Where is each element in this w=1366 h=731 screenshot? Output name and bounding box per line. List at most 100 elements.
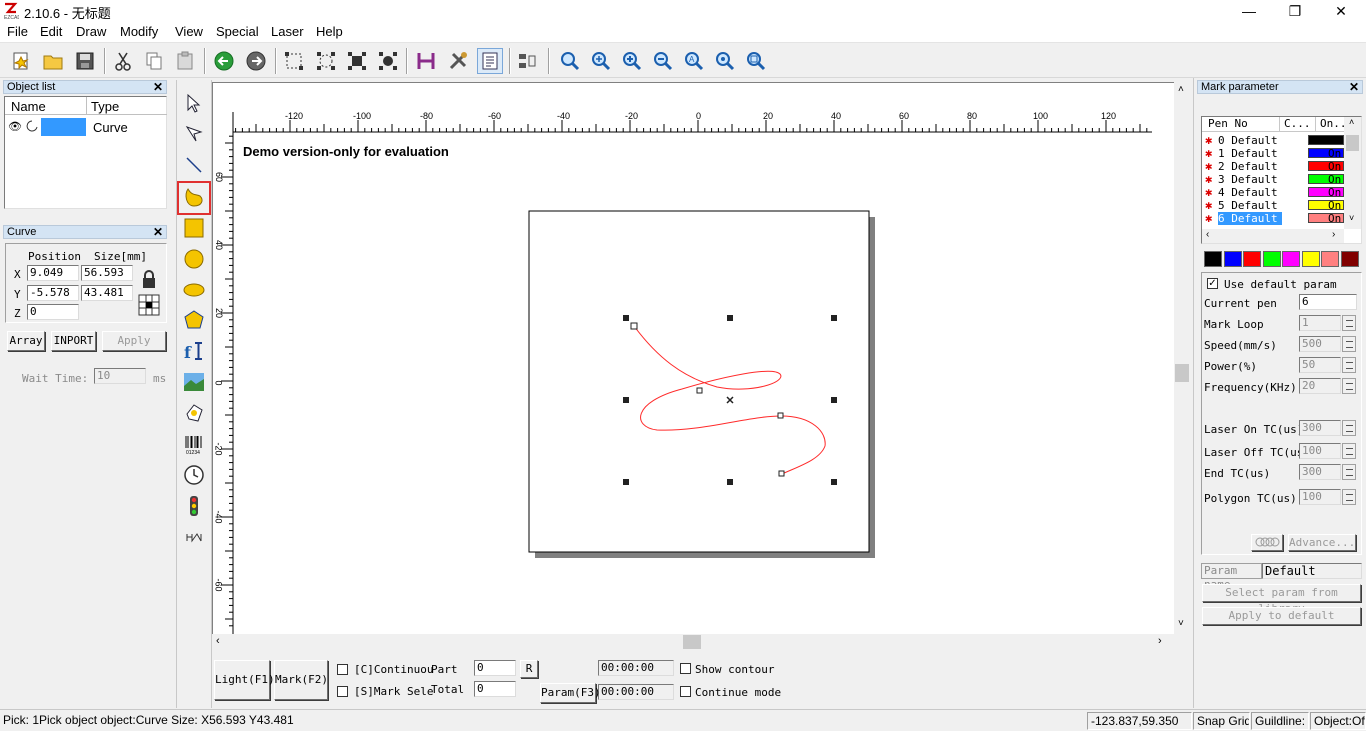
text-tool-icon[interactable]: f	[180, 337, 208, 365]
palette-color-swatch[interactable]	[1224, 251, 1242, 267]
pointer-icon[interactable]	[180, 89, 208, 117]
palette-color-swatch[interactable]	[1243, 251, 1261, 267]
advance-button[interactable]: Advance...	[1288, 534, 1356, 551]
scroll-up-icon[interactable]: ˄	[1349, 117, 1354, 127]
col-header-pen[interactable]: Pen No	[1202, 117, 1280, 132]
lock-icon[interactable]	[138, 268, 160, 290]
use-default-checkbox[interactable]: ✓	[1207, 278, 1218, 289]
image-tool-icon[interactable]	[180, 368, 208, 396]
guideline-toggle[interactable]: Guildline:	[1251, 712, 1309, 730]
z-position-field[interactable]: 0	[27, 304, 79, 320]
scroll-down-icon[interactable]: ˅	[1349, 213, 1354, 223]
menu-laser[interactable]: Laser	[271, 24, 304, 39]
close-icon[interactable]: ✕	[153, 81, 163, 93]
restore-button[interactable]: ❐	[1272, 0, 1318, 22]
end-tc-field[interactable]: 300	[1299, 464, 1341, 480]
tools-icon[interactable]	[445, 48, 471, 74]
col-header-color[interactable]: C...	[1280, 117, 1316, 132]
zoom-minus-icon[interactable]	[650, 48, 676, 74]
end-tc-spinner[interactable]	[1342, 464, 1356, 480]
part-count-field[interactable]: 0	[474, 660, 516, 676]
pen-list-vscroll[interactable]: ˄ ˅	[1344, 117, 1361, 229]
ellipse-tool-icon[interactable]	[180, 276, 208, 304]
polygon-tc-spinner[interactable]	[1342, 489, 1356, 505]
vector-import-icon[interactable]	[180, 399, 208, 427]
pen-row[interactable]: ✱ 2 Default On	[1203, 160, 1344, 173]
power-spinner[interactable]	[1342, 357, 1356, 373]
pen-row[interactable]: ✱ 1 Default On	[1203, 147, 1344, 160]
zoom-plus-icon[interactable]	[619, 48, 645, 74]
menu-file[interactable]: File	[7, 24, 28, 39]
menu-view[interactable]: View	[175, 24, 203, 39]
anchor-grid-icon[interactable]	[138, 294, 160, 316]
timer-tool-icon[interactable]	[180, 461, 208, 489]
zoom-all-icon[interactable]: A	[681, 48, 707, 74]
zoom-out-icon[interactable]	[557, 48, 583, 74]
pen-row[interactable]: ✱ 4 Default On	[1203, 186, 1344, 199]
pen-row[interactable]: ✱ 0 Default On	[1203, 134, 1344, 147]
x-position-field[interactable]: 9.049	[27, 265, 79, 281]
scroll-up-icon[interactable]: ˄	[1178, 84, 1184, 95]
total-count-field[interactable]: 0	[474, 681, 516, 697]
scroll-left-icon[interactable]: ‹	[216, 635, 220, 647]
select-nodes-icon[interactable]	[375, 48, 401, 74]
zoom-select-icon[interactable]	[743, 48, 769, 74]
menu-draw[interactable]: Draw	[76, 24, 106, 39]
param-button[interactable]: Param(F3)	[540, 683, 601, 703]
node-edit-icon[interactable]	[180, 120, 208, 148]
laser-on-field[interactable]: 300	[1299, 420, 1341, 436]
scroll-left-icon[interactable]: ‹	[1206, 229, 1209, 240]
zoom-in-icon[interactable]	[588, 48, 614, 74]
menu-edit[interactable]: Edit	[40, 24, 62, 39]
output-port-icon[interactable]	[180, 523, 208, 551]
apply-button[interactable]: Apply	[102, 331, 166, 351]
mark-button[interactable]: Mark(F2)	[274, 660, 328, 700]
select-rect-icon[interactable]	[281, 48, 307, 74]
col-header-name[interactable]: Name	[5, 97, 87, 115]
scroll-right-icon[interactable]: ›	[1158, 635, 1162, 647]
wobble-button[interactable]	[1251, 534, 1283, 551]
speed-spinner[interactable]	[1342, 336, 1356, 352]
wait-time-field[interactable]: 10	[94, 368, 146, 384]
mark-select-checkbox[interactable]	[337, 686, 348, 697]
speed-field[interactable]: 500	[1299, 336, 1341, 352]
close-icon[interactable]: ✕	[153, 226, 163, 238]
palette-color-swatch[interactable]	[1263, 251, 1281, 267]
circle-tool-icon[interactable]	[180, 245, 208, 273]
horizontal-scrollbar[interactable]: ‹ ›	[212, 634, 1174, 651]
apply-to-default-button[interactable]: Apply to default	[1202, 607, 1361, 625]
pen-row-selected[interactable]: ✱ 6 Default On	[1203, 212, 1344, 225]
show-contour-checkbox[interactable]	[680, 663, 691, 674]
object-name[interactable]	[41, 118, 86, 136]
laser-off-field[interactable]: 100	[1299, 443, 1341, 459]
laser-off-spinner[interactable]	[1342, 443, 1356, 459]
select-group-icon[interactable]	[344, 48, 370, 74]
barcode-tool-icon[interactable]: 01234	[180, 430, 208, 458]
cut-icon[interactable]	[110, 48, 136, 74]
col-header-type[interactable]: Type	[87, 97, 167, 115]
y-position-field[interactable]: -5.578	[27, 285, 79, 301]
zoom-fit-icon[interactable]	[712, 48, 738, 74]
mark-loop-spinner[interactable]	[1342, 315, 1356, 331]
save-icon[interactable]	[72, 48, 98, 74]
forward-arrow-icon[interactable]	[243, 48, 269, 74]
pen-row[interactable]: ✱ 5 Default On	[1203, 199, 1344, 212]
array-button[interactable]: Array	[7, 331, 45, 351]
object-snap-toggle[interactable]: Object:Off	[1310, 712, 1366, 730]
param-list-icon[interactable]	[477, 48, 503, 74]
light-button[interactable]: Light(F1)	[214, 660, 275, 700]
rectangle-tool-icon[interactable]	[180, 214, 208, 242]
mark-loop-field[interactable]: 1	[1299, 315, 1341, 331]
x-size-field[interactable]: 56.593	[81, 265, 133, 281]
open-folder-icon[interactable]	[40, 48, 66, 74]
continuous-checkbox[interactable]	[337, 664, 348, 675]
paste-icon[interactable]	[172, 48, 198, 74]
horizontal-scroll-thumb[interactable]	[683, 635, 701, 649]
current-pen-field[interactable]: 6	[1299, 294, 1357, 310]
polygon-tc-field[interactable]: 100	[1299, 489, 1341, 505]
y-size-field[interactable]: 43.481	[81, 285, 133, 301]
close-icon[interactable]: ✕	[1349, 81, 1359, 93]
param-name-field[interactable]: Default	[1262, 563, 1362, 579]
laser-on-spinner[interactable]	[1342, 420, 1356, 436]
vertical-scroll-thumb[interactable]	[1175, 364, 1189, 382]
